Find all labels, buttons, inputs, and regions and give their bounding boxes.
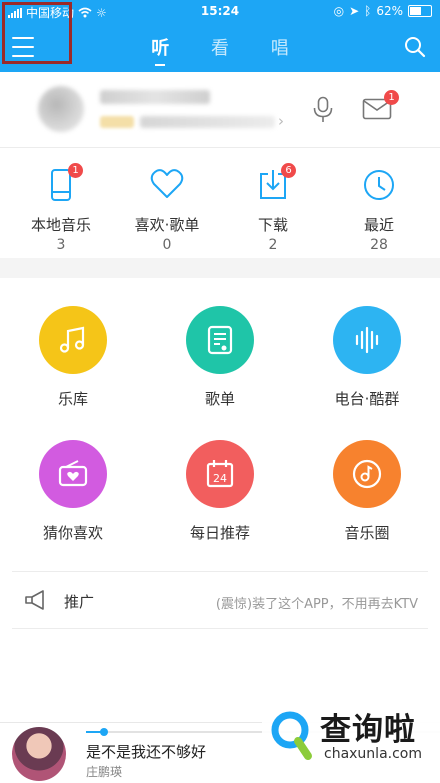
quick-download[interactable]: 6 下载 2 <box>228 163 318 253</box>
song-title: 是不是我还不够好 <box>86 743 207 761</box>
progress-handle[interactable] <box>99 728 108 736</box>
quick-count: 28 <box>370 237 388 253</box>
feature-library[interactable]: 乐库 <box>13 306 133 409</box>
album-cover[interactable] <box>12 727 66 781</box>
quick-label: 喜欢·歌单 <box>134 216 200 234</box>
promo-title: 推广 <box>64 593 95 611</box>
magnifier-logo-icon <box>271 711 312 760</box>
feature-radio-community[interactable]: 电台·酷群 <box>307 306 427 409</box>
watermark-text-cn: 查询啦 <box>320 712 416 748</box>
promo-row[interactable]: 推广 (震惊)装了这个APP，不用再去KTV <box>0 572 440 628</box>
microphone-icon[interactable] <box>312 96 334 124</box>
divider <box>12 628 428 629</box>
feature-label: 乐库 <box>57 390 88 408</box>
chevron-right-icon: › <box>278 112 284 130</box>
promo-text[interactable]: (震惊)装了这个APP，不用再去KTV <box>216 593 418 612</box>
annotation-highlight-box <box>2 2 72 64</box>
feature-playlists[interactable]: 歌单 <box>160 306 280 409</box>
artist-name: 庄鹏瑛 <box>86 765 123 779</box>
quick-count: 3 <box>56 237 66 253</box>
mail-button[interactable]: 1 <box>362 90 399 124</box>
quick-access-row: 1 本地音乐 3 喜欢·歌单 0 6 下载 2 最近 28 <box>0 150 440 258</box>
tab-sing[interactable]: 唱 <box>271 34 289 60</box>
user-avatar[interactable] <box>38 86 84 132</box>
calendar-icon: 24 <box>206 460 234 488</box>
feature-label: 猜你喜欢 <box>42 524 103 542</box>
quick-label: 下载 <box>257 216 288 234</box>
mail-badge: 1 <box>384 90 399 105</box>
site-watermark: 查询啦 chaxunla.com <box>262 690 440 782</box>
quick-local-music[interactable]: 1 本地音乐 3 <box>16 163 106 253</box>
quick-label: 本地音乐 <box>30 216 91 234</box>
user-info-redacted <box>140 116 275 128</box>
section-gap <box>0 258 440 278</box>
quick-recent[interactable]: 最近 28 <box>334 168 424 253</box>
music-note-icon <box>59 326 85 353</box>
download-badge: 6 <box>281 163 296 178</box>
feature-music-circle[interactable]: 音乐圈 <box>307 440 427 543</box>
quick-count: 0 <box>162 237 172 253</box>
calendar-day: 24 <box>213 472 227 485</box>
megaphone-icon <box>25 590 44 610</box>
tab-listen[interactable]: 听 <box>151 34 169 66</box>
feature-label: 电台·酷群 <box>334 390 400 408</box>
quick-count: 2 <box>268 237 278 253</box>
playlist-icon <box>207 325 233 355</box>
tab-watch[interactable]: 看 <box>211 34 229 60</box>
feature-daily-picks[interactable]: 24 每日推荐 <box>160 440 280 543</box>
battery-icon <box>408 5 432 17</box>
quick-favorites[interactable]: 喜欢·歌单 0 <box>122 168 212 253</box>
heart-icon <box>150 169 184 198</box>
feature-label: 音乐圈 <box>344 524 390 542</box>
radio-heart-icon <box>58 460 88 487</box>
vip-badge-redacted <box>100 116 134 128</box>
watermark-text-en: chaxunla.com <box>324 746 422 762</box>
battery-percent: 62% <box>376 4 403 18</box>
feature-label: 歌单 <box>204 390 235 408</box>
location-icon: ➤ <box>349 4 360 18</box>
music-disc-icon <box>352 459 382 489</box>
user-name-redacted <box>100 90 210 104</box>
feature-label: 每日推荐 <box>189 524 250 542</box>
profile-row[interactable]: › 1 <box>0 72 440 146</box>
divider <box>0 147 440 148</box>
rotation-lock-icon: ◎ <box>333 4 345 18</box>
feature-guess-you-like[interactable]: 猜你喜欢 <box>13 440 133 543</box>
bluetooth-icon: ᛒ <box>364 4 372 18</box>
search-icon[interactable] <box>404 36 426 58</box>
quick-label: 最近 <box>363 216 394 234</box>
local-music-badge: 1 <box>68 163 83 178</box>
sound-wave-icon <box>355 326 379 354</box>
clock-icon <box>364 170 394 200</box>
